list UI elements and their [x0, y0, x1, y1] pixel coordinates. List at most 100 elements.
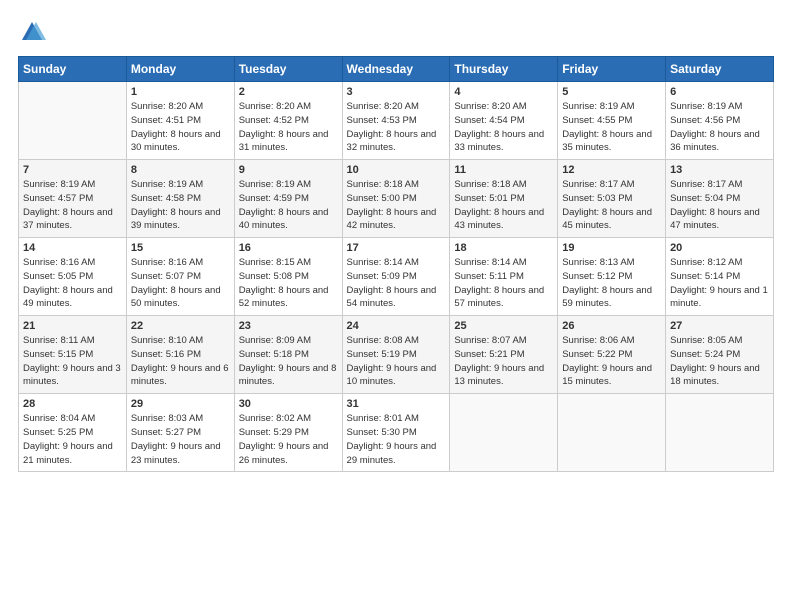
day-cell: 31Sunrise: 8:01 AMSunset: 5:30 PMDayligh… [342, 394, 450, 472]
day-cell: 24 Sunrise: 8:08 AMSunset: 5:19 PMDayligh… [342, 316, 450, 394]
day-number: 15 [131, 242, 230, 254]
day-info: Sunrise: 8:06 AMSunset: 5:22 PMDaylight:… [562, 334, 661, 389]
day-info: Sunrise: 8:18 AMSunset: 5:01 PMDaylight:… [454, 178, 553, 233]
day-info: Sunrise: 8:19 AMSunset: 4:57 PMDaylight:… [23, 178, 122, 233]
day-number: 22 [131, 320, 230, 332]
day-number: 9 [239, 164, 338, 176]
day-cell: 5 Sunrise: 8:19 AMSunset: 4:55 PMDaylight… [558, 82, 666, 160]
col-header-tuesday: Tuesday [234, 57, 342, 82]
day-info: Sunrise: 8:20 AMSunset: 4:51 PMDaylight:… [131, 100, 230, 155]
day-cell: 1Sunrise: 8:20 AMSunset: 4:51 PMDaylight… [126, 82, 234, 160]
header [18, 18, 774, 46]
day-number: 7 [23, 164, 122, 176]
day-number: 27 [670, 320, 769, 332]
day-info: Sunrise: 8:19 AMSunset: 4:59 PMDaylight:… [239, 178, 338, 233]
day-info: Sunrise: 8:15 AMSunset: 5:08 PMDaylight:… [239, 256, 338, 311]
day-cell: 20 Sunrise: 8:12 AMSunset: 5:14 PMDayligh… [666, 238, 774, 316]
day-info: Sunrise: 8:10 AMSunset: 5:16 PMDaylight:… [131, 334, 230, 389]
day-number: 4 [454, 86, 553, 98]
day-info: Sunrise: 8:16 AMSunset: 5:07 PMDaylight:… [131, 256, 230, 311]
day-cell [19, 82, 127, 160]
day-info: Sunrise: 8:03 AMSunset: 5:27 PMDaylight:… [131, 412, 230, 467]
day-cell: 16 Sunrise: 8:15 AMSunset: 5:08 PMDayligh… [234, 238, 342, 316]
day-number: 12 [562, 164, 661, 176]
day-number: 24 [347, 320, 446, 332]
day-info: Sunrise: 8:04 AMSunset: 5:25 PMDaylight:… [23, 412, 122, 467]
day-cell: 18 Sunrise: 8:14 AMSunset: 5:11 PMDayligh… [450, 238, 558, 316]
day-cell: 25 Sunrise: 8:07 AMSunset: 5:21 PMDayligh… [450, 316, 558, 394]
day-number: 28 [23, 398, 122, 410]
day-cell: 17 Sunrise: 8:14 AMSunset: 5:09 PMDayligh… [342, 238, 450, 316]
day-info: Sunrise: 8:05 AMSunset: 5:24 PMDaylight:… [670, 334, 769, 389]
day-cell [666, 394, 774, 472]
day-info: Sunrise: 8:20 AMSunset: 4:53 PMDaylight:… [347, 100, 446, 155]
week-row-0: 1Sunrise: 8:20 AMSunset: 4:51 PMDaylight… [19, 82, 774, 160]
day-info: Sunrise: 8:11 AMSunset: 5:15 PMDaylight:… [23, 334, 122, 389]
day-info: Sunrise: 8:16 AMSunset: 5:05 PMDaylight:… [23, 256, 122, 311]
day-number: 21 [23, 320, 122, 332]
calendar-page: SundayMondayTuesdayWednesdayThursdayFrid… [0, 0, 792, 612]
calendar-table: SundayMondayTuesdayWednesdayThursdayFrid… [18, 56, 774, 472]
day-info: Sunrise: 8:19 AMSunset: 4:58 PMDaylight:… [131, 178, 230, 233]
day-cell: 9 Sunrise: 8:19 AMSunset: 4:59 PMDaylight… [234, 160, 342, 238]
day-number: 10 [347, 164, 446, 176]
day-cell: 3Sunrise: 8:20 AMSunset: 4:53 PMDaylight… [342, 82, 450, 160]
day-number: 13 [670, 164, 769, 176]
day-cell [558, 394, 666, 472]
day-cell: 27 Sunrise: 8:05 AMSunset: 5:24 PMDayligh… [666, 316, 774, 394]
col-header-thursday: Thursday [450, 57, 558, 82]
day-info: Sunrise: 8:09 AMSunset: 5:18 PMDaylight:… [239, 334, 338, 389]
day-cell: 26 Sunrise: 8:06 AMSunset: 5:22 PMDayligh… [558, 316, 666, 394]
day-info: Sunrise: 8:19 AMSunset: 4:55 PMDaylight:… [562, 100, 661, 155]
col-header-sunday: Sunday [19, 57, 127, 82]
day-number: 20 [670, 242, 769, 254]
day-cell: 23Sunrise: 8:09 AMSunset: 5:18 PMDayligh… [234, 316, 342, 394]
day-info: Sunrise: 8:19 AMSunset: 4:56 PMDaylight:… [670, 100, 769, 155]
day-info: Sunrise: 8:13 AMSunset: 5:12 PMDaylight:… [562, 256, 661, 311]
day-cell: 14 Sunrise: 8:16 AMSunset: 5:05 PMDayligh… [19, 238, 127, 316]
day-cell: 11 Sunrise: 8:18 AMSunset: 5:01 PMDayligh… [450, 160, 558, 238]
day-cell: 29 Sunrise: 8:03 AMSunset: 5:27 PMDayligh… [126, 394, 234, 472]
day-number: 26 [562, 320, 661, 332]
week-row-1: 7 Sunrise: 8:19 AMSunset: 4:57 PMDaylight… [19, 160, 774, 238]
day-info: Sunrise: 8:07 AMSunset: 5:21 PMDaylight:… [454, 334, 553, 389]
day-number: 29 [131, 398, 230, 410]
day-cell: 28 Sunrise: 8:04 AMSunset: 5:25 PMDayligh… [19, 394, 127, 472]
col-header-monday: Monday [126, 57, 234, 82]
day-number: 18 [454, 242, 553, 254]
day-number: 5 [562, 86, 661, 98]
day-info: Sunrise: 8:17 AMSunset: 5:04 PMDaylight:… [670, 178, 769, 233]
day-number: 30 [239, 398, 338, 410]
week-row-3: 21 Sunrise: 8:11 AMSunset: 5:15 PMDayligh… [19, 316, 774, 394]
col-header-saturday: Saturday [666, 57, 774, 82]
day-info: Sunrise: 8:08 AMSunset: 5:19 PMDaylight:… [347, 334, 446, 389]
day-cell: 10 Sunrise: 8:18 AMSunset: 5:00 PMDayligh… [342, 160, 450, 238]
day-cell: 6Sunrise: 8:19 AMSunset: 4:56 PMDaylight… [666, 82, 774, 160]
logo-icon [18, 18, 46, 46]
col-header-wednesday: Wednesday [342, 57, 450, 82]
day-info: Sunrise: 8:14 AMSunset: 5:09 PMDaylight:… [347, 256, 446, 311]
day-number: 11 [454, 164, 553, 176]
day-cell: 8Sunrise: 8:19 AMSunset: 4:58 PMDaylight… [126, 160, 234, 238]
day-cell [450, 394, 558, 472]
day-cell: 22 Sunrise: 8:10 AMSunset: 5:16 PMDayligh… [126, 316, 234, 394]
day-cell: 13 Sunrise: 8:17 AMSunset: 5:04 PMDayligh… [666, 160, 774, 238]
day-cell: 30 Sunrise: 8:02 AMSunset: 5:29 PMDayligh… [234, 394, 342, 472]
day-number: 17 [347, 242, 446, 254]
day-cell: 21 Sunrise: 8:11 AMSunset: 5:15 PMDayligh… [19, 316, 127, 394]
day-info: Sunrise: 8:17 AMSunset: 5:03 PMDaylight:… [562, 178, 661, 233]
day-number: 19 [562, 242, 661, 254]
day-info: Sunrise: 8:12 AMSunset: 5:14 PMDaylight:… [670, 256, 769, 311]
day-number: 14 [23, 242, 122, 254]
day-cell: 4 Sunrise: 8:20 AMSunset: 4:54 PMDaylight… [450, 82, 558, 160]
day-cell: 7 Sunrise: 8:19 AMSunset: 4:57 PMDaylight… [19, 160, 127, 238]
day-info: Sunrise: 8:01 AMSunset: 5:30 PMDaylight:… [347, 412, 446, 467]
col-header-friday: Friday [558, 57, 666, 82]
day-info: Sunrise: 8:02 AMSunset: 5:29 PMDaylight:… [239, 412, 338, 467]
day-number: 16 [239, 242, 338, 254]
day-cell: 12 Sunrise: 8:17 AMSunset: 5:03 PMDayligh… [558, 160, 666, 238]
day-number: 25 [454, 320, 553, 332]
day-info: Sunrise: 8:14 AMSunset: 5:11 PMDaylight:… [454, 256, 553, 311]
day-info: Sunrise: 8:20 AMSunset: 4:54 PMDaylight:… [454, 100, 553, 155]
day-info: Sunrise: 8:18 AMSunset: 5:00 PMDaylight:… [347, 178, 446, 233]
